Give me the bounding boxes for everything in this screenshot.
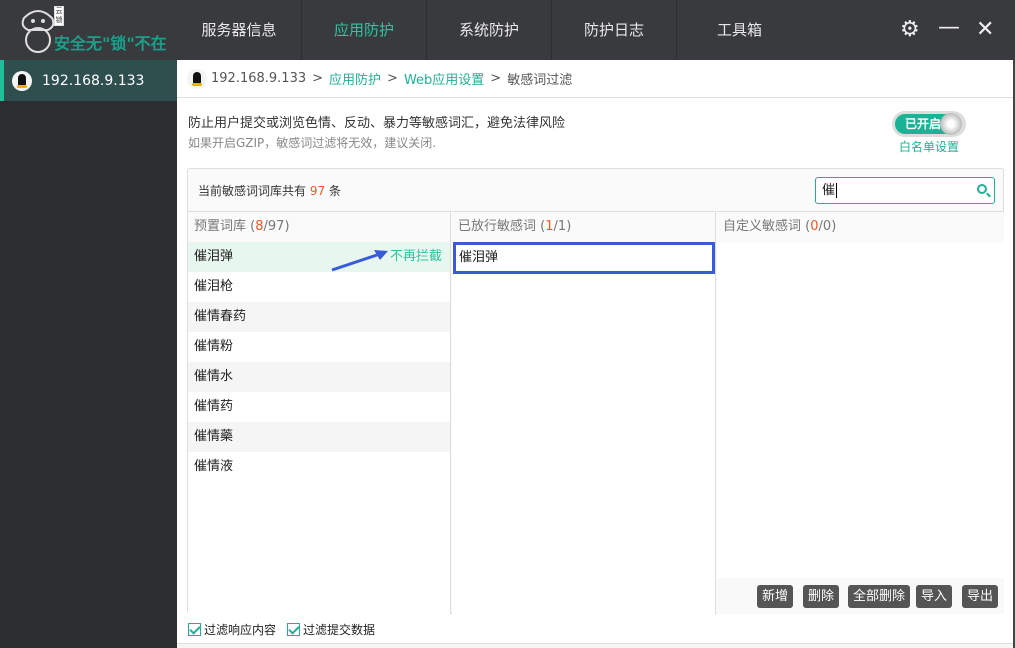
column-header: 自定义敏感词 (0/0): [717, 212, 1004, 242]
breadcrumb: 192.168.9.133 > 应用防护 > Web应用设置 > 敏感词过滤: [177, 60, 1015, 98]
logo-slogan: 安全无"锁"不在: [54, 34, 167, 53]
breadcrumb-web-settings[interactable]: Web应用设置: [404, 69, 484, 88]
delete-button[interactable]: 删除: [803, 585, 840, 608]
list-item[interactable]: 催情藥: [188, 422, 450, 452]
filter-toggle[interactable]: 已开启: [892, 111, 966, 137]
description: 防止用户提交或浏览色情、反动、暴力等敏感词汇，避免法律风险: [188, 116, 566, 131]
tab-toolbox[interactable]: 工具箱: [677, 0, 802, 60]
list-item[interactable]: 催情春药: [188, 302, 450, 332]
list-item[interactable]: 催情药: [188, 392, 450, 422]
app-logo: 云锁 安全无"锁"不在: [10, 4, 175, 56]
column-header: 预置词库 (8/97): [188, 212, 450, 242]
breadcrumb-separator: >: [312, 71, 324, 86]
footer-divider: [177, 643, 1015, 648]
allow-word-button[interactable]: 不再拦截: [390, 242, 442, 272]
column-header: 已放行敏感词 (1/1): [452, 212, 715, 242]
title-bar: 云锁 安全无"锁"不在 服务器信息 应用防护 系统防护 防护日志 工具箱 ⚙ —…: [0, 0, 1015, 60]
breadcrumb-separator: >: [387, 71, 398, 86]
checkbox-checked-icon: [188, 623, 201, 636]
list-item[interactable]: 催情粉: [188, 332, 450, 362]
import-button[interactable]: 导入: [916, 585, 953, 608]
breadcrumb-host: 192.168.9.133: [211, 71, 307, 86]
total-count: 97: [309, 184, 326, 198]
breadcrumb-current: 敏感词过滤: [507, 73, 573, 88]
sidebar-item-label: 192.168.9.133: [42, 72, 145, 89]
list-item[interactable]: 催泪弹: [453, 242, 715, 274]
word-library-panel: 当前敏感词词库共有 97 条 催 预置词库 (8/97) 催泪弹 不再拦截 催泪枪…: [187, 168, 1004, 614]
search-icon[interactable]: [977, 184, 987, 194]
word-count: 当前敏感词词库共有 97 条: [198, 184, 341, 198]
annotation-arrow-icon: [331, 250, 388, 272]
toggle-knob: [940, 113, 962, 135]
tab-server-info[interactable]: 服务器信息: [177, 0, 302, 60]
list-item[interactable]: 催泪枪: [188, 272, 450, 302]
gear-icon[interactable]: ⚙: [900, 16, 920, 44]
sidebar-item-host[interactable]: 192.168.9.133: [0, 60, 177, 101]
close-icon[interactable]: ✕: [976, 16, 994, 44]
gzip-note: 如果开启GZIP，敏感词过滤将无效，建议关闭.: [188, 136, 437, 150]
list-item[interactable]: 催情液: [188, 452, 450, 482]
preset-library-column: 预置词库 (8/97) 催泪弹 不再拦截 催泪枪 催情春药 催情粉 催情水 催情药…: [188, 211, 451, 614]
whitelist-settings-link[interactable]: 白名单设置: [899, 138, 959, 155]
list-item[interactable]: 催情水: [188, 362, 450, 392]
linux-penguin-icon: [187, 68, 207, 89]
filter-response-checkbox[interactable]: 过滤响应内容: [188, 621, 276, 638]
minimize-icon[interactable]: —: [938, 14, 960, 42]
allowed-words-column: 已放行敏感词 (1/1) 催泪弹: [452, 211, 716, 614]
tab-system-protection[interactable]: 系统防护: [427, 0, 552, 60]
custom-words-column: 自定义敏感词 (0/0): [717, 211, 1004, 614]
export-button[interactable]: 导出: [962, 585, 999, 608]
tab-app-protection[interactable]: 应用防护: [302, 0, 427, 60]
linux-penguin-icon: [12, 70, 32, 91]
search-input[interactable]: 催: [815, 177, 995, 204]
logo-badge: 云锁: [54, 6, 64, 26]
add-button[interactable]: 新增: [757, 585, 794, 608]
tab-protection-log[interactable]: 防护日志: [552, 0, 677, 60]
list-item[interactable]: 催泪弹 不再拦截: [188, 242, 450, 272]
breadcrumb-separator: >: [490, 71, 502, 86]
breadcrumb-app-protection[interactable]: 应用防护: [329, 69, 381, 88]
delete-all-button[interactable]: 全部删除: [848, 585, 911, 608]
checkbox-checked-icon: [287, 623, 300, 636]
filter-submit-checkbox[interactable]: 过滤提交数据: [287, 621, 375, 638]
sidebar: 192.168.9.133: [0, 60, 177, 648]
